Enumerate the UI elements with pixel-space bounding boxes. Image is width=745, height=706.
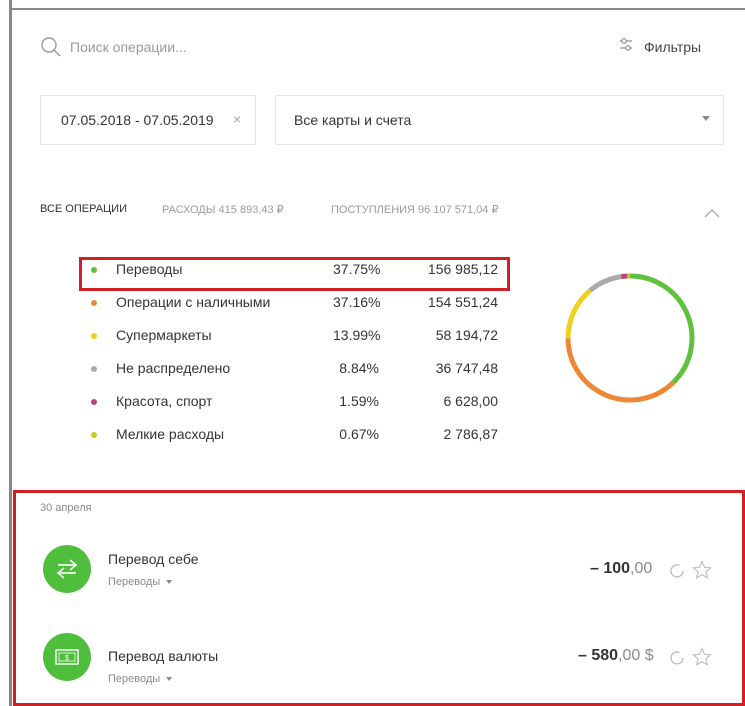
chevron-down-icon	[702, 116, 710, 121]
caret-down-icon	[166, 677, 173, 682]
date-group-header: 30 апреля	[40, 502, 92, 514]
highlight-box-category	[79, 257, 510, 291]
category-row[interactable]: Красота, спорт 1.59% 6 628,00	[78, 388, 508, 421]
tab-all-operations[interactable]: ВСЕ ОПЕРАЦИИ	[40, 203, 127, 215]
tab-expenses[interactable]: РАСХОДЫ 415 893,43 ₽	[162, 203, 284, 216]
clear-date-icon[interactable]: ×	[233, 111, 241, 127]
transaction-amount: – 100,00	[590, 560, 652, 578]
transaction-amount: – 580,00 $	[578, 647, 654, 665]
category-amount: 6 628,00	[443, 393, 499, 409]
donut-segment	[565, 288, 592, 339]
category-dot	[91, 333, 97, 339]
date-range-value: 07.05.2018 - 07.05.2019	[61, 112, 214, 128]
category-row[interactable]: Операции с наличными 37.16% 154 551,24	[78, 289, 508, 322]
category-percent: 8.84%	[339, 360, 379, 376]
category-row[interactable]: Мелкие расходы 0.67% 2 786,87	[78, 421, 508, 454]
tab-income[interactable]: ПОСТУПЛЕНИЯ 96 107 571,04 ₽	[331, 203, 498, 216]
chevron-up-icon[interactable]	[704, 205, 720, 218]
category-name: Операции с наличными	[116, 294, 271, 310]
category-row[interactable]: Супермаркеты 13.99% 58 194,72	[78, 322, 508, 355]
banknote-icon: $	[43, 633, 91, 681]
repeat-icon[interactable]	[667, 561, 687, 581]
category-percent: 13.99%	[333, 327, 381, 343]
window-frame-top	[9, 8, 745, 10]
category-name: Мелкие расходы	[116, 426, 225, 442]
category-donut-chart	[565, 273, 695, 403]
amount-fraction: ,00 $	[618, 647, 654, 664]
category-amount: 58 194,72	[435, 327, 498, 343]
category-percent: 0.67%	[339, 426, 379, 442]
repeat-icon[interactable]	[667, 648, 687, 668]
account-select-value: Все карты и счета	[294, 112, 412, 128]
category-dot	[91, 300, 97, 306]
category-amount: 2 786,87	[443, 426, 499, 442]
sliders-icon	[619, 37, 633, 58]
category-amount: 36 747,48	[435, 360, 498, 376]
search-icon[interactable]	[40, 36, 62, 58]
donut-segment	[588, 274, 622, 293]
category-name: Красота, спорт	[116, 393, 213, 409]
search-input[interactable]	[70, 39, 370, 55]
svg-text:$: $	[65, 655, 69, 662]
filters-button[interactable]: Фильтры	[619, 36, 701, 58]
category-name: Не распределено	[116, 360, 231, 376]
amount-whole: – 580	[578, 647, 619, 664]
category-percent: 37.16%	[333, 294, 381, 310]
transaction-title[interactable]: Перевод валюты	[108, 648, 218, 664]
transaction-category: Переводы	[108, 576, 161, 588]
star-icon[interactable]	[692, 560, 712, 580]
caret-down-icon	[166, 580, 173, 585]
transfer-arrows-icon	[43, 545, 91, 593]
star-icon[interactable]	[692, 647, 712, 667]
search-bar	[40, 34, 370, 60]
category-dot	[91, 366, 97, 372]
window-frame-left	[9, 0, 12, 706]
category-amount: 154 551,24	[427, 294, 498, 310]
category-name: Супермаркеты	[116, 327, 212, 343]
transaction-category: Переводы	[108, 673, 161, 685]
transaction-category-dropdown[interactable]: Переводы	[108, 576, 173, 588]
category-dot	[91, 399, 97, 405]
account-select[interactable]: Все карты и счета	[275, 95, 724, 145]
transaction-category-dropdown[interactable]: Переводы	[108, 673, 173, 685]
category-dot	[91, 432, 97, 438]
category-percent: 1.59%	[339, 393, 379, 409]
donut-segment	[565, 338, 675, 403]
donut-segment	[620, 273, 628, 280]
amount-whole: – 100	[590, 560, 631, 577]
transaction-title[interactable]: Перевод себе	[108, 551, 199, 567]
filters-label: Фильтры	[644, 39, 702, 55]
amount-fraction: ,00	[630, 560, 653, 577]
category-row[interactable]: Не распределено 8.84% 36 747,48	[78, 355, 508, 388]
donut-segment	[629, 273, 695, 385]
date-range-field[interactable]: 07.05.2018 - 07.05.2019 ×	[40, 95, 256, 145]
